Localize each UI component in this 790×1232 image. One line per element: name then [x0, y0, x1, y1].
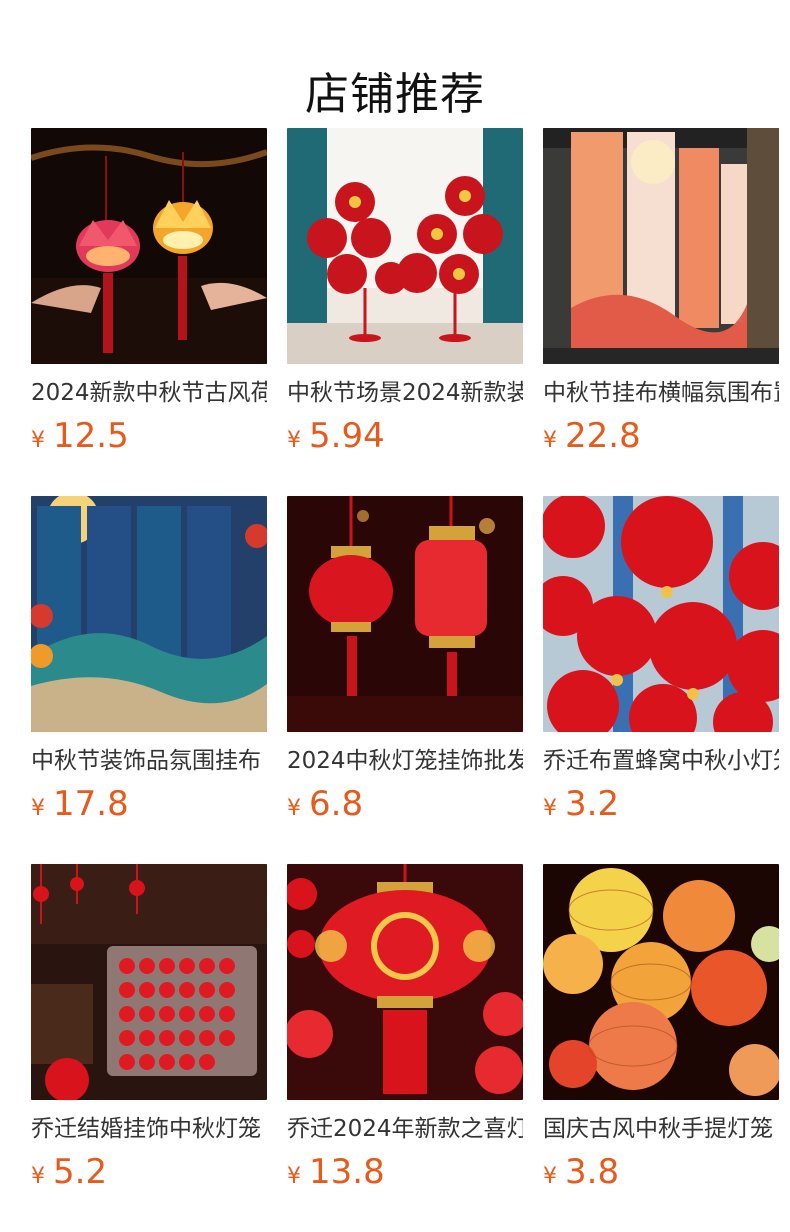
price-amount: 17.8 [53, 784, 129, 824]
mini-lanterns-pack-image[interactable] [31, 864, 267, 1100]
product-price: ¥13.8 [287, 1150, 385, 1194]
product-card[interactable]: 国庆古风中秋手提灯笼 ¥3.8 [543, 864, 779, 1204]
product-price: ¥5.2 [31, 1150, 107, 1194]
product-title[interactable]: 乔迁布置蜂窝中秋小灯笼 [543, 744, 779, 778]
honeycomb-lanterns-image[interactable] [543, 496, 779, 732]
product-title[interactable]: 国庆古风中秋手提灯笼 [543, 1112, 779, 1146]
product-title[interactable]: 2024中秋灯笼挂饰批发 [287, 744, 523, 778]
currency-symbol: ¥ [543, 796, 557, 821]
product-title[interactable]: 乔迁2024年新款之喜灯笼 [287, 1112, 523, 1146]
currency-symbol: ¥ [287, 796, 301, 821]
price-amount: 5.94 [309, 416, 385, 456]
product-price: ¥17.8 [31, 782, 129, 826]
price-amount: 13.8 [309, 1152, 385, 1192]
paper-lanterns-image[interactable] [543, 864, 779, 1100]
product-price: ¥6.8 [287, 782, 363, 826]
product-card[interactable]: 乔迁2024年新款之喜灯笼 ¥13.8 [287, 864, 523, 1204]
price-amount: 6.8 [309, 784, 364, 824]
currency-symbol: ¥ [543, 428, 557, 453]
red-lanterns-image[interactable] [287, 496, 523, 732]
product-card[interactable]: 中秋节场景2024新款装饰扇花 ¥5.94 [287, 128, 523, 468]
product-title[interactable]: 中秋节场景2024新款装饰扇花 [287, 376, 523, 410]
fu-lantern-image[interactable] [287, 864, 523, 1100]
price-amount: 12.5 [53, 416, 129, 456]
currency-symbol: ¥ [31, 1164, 45, 1189]
product-price: ¥3.8 [543, 1150, 619, 1194]
currency-symbol: ¥ [31, 428, 45, 453]
currency-symbol: ¥ [287, 428, 301, 453]
product-title[interactable]: 中秋节挂布横幅氛围布置 [543, 376, 779, 410]
red-fan-display-image[interactable] [287, 128, 523, 364]
price-amount: 22.8 [565, 416, 641, 456]
price-amount: 5.2 [53, 1152, 108, 1192]
product-title[interactable]: 2024新款中秋节古风荷花灯 [31, 376, 267, 410]
currency-symbol: ¥ [31, 796, 45, 821]
blue-banners-image[interactable] [31, 496, 267, 732]
product-title[interactable]: 乔迁结婚挂饰中秋灯笼 [31, 1112, 267, 1146]
currency-symbol: ¥ [287, 1164, 301, 1189]
lotus-lanterns-image[interactable] [31, 128, 267, 364]
product-card[interactable]: 乔迁结婚挂饰中秋灯笼 ¥5.2 [31, 864, 267, 1204]
product-card[interactable]: 中秋节装饰品氛围挂布 ¥17.8 [31, 496, 267, 836]
price-amount: 3.2 [565, 784, 620, 824]
product-card[interactable]: 乔迁布置蜂窝中秋小灯笼 ¥3.2 [543, 496, 779, 836]
price-amount: 3.8 [565, 1152, 620, 1192]
product-card[interactable]: 2024新款中秋节古风荷花灯 ¥12.5 [31, 128, 267, 468]
product-card[interactable]: 中秋节挂布横幅氛围布置 ¥22.8 [543, 128, 779, 468]
product-card[interactable]: 2024中秋灯笼挂饰批发 ¥6.8 [287, 496, 523, 836]
product-price: ¥5.94 [287, 414, 385, 458]
product-price: ¥12.5 [31, 414, 129, 458]
currency-symbol: ¥ [543, 1164, 557, 1189]
page-title: 店铺推荐 [305, 69, 485, 121]
hanging-banners-image[interactable] [543, 128, 779, 364]
product-title[interactable]: 中秋节装饰品氛围挂布 [31, 744, 267, 778]
product-price: ¥22.8 [543, 414, 641, 458]
product-price: ¥3.2 [543, 782, 619, 826]
